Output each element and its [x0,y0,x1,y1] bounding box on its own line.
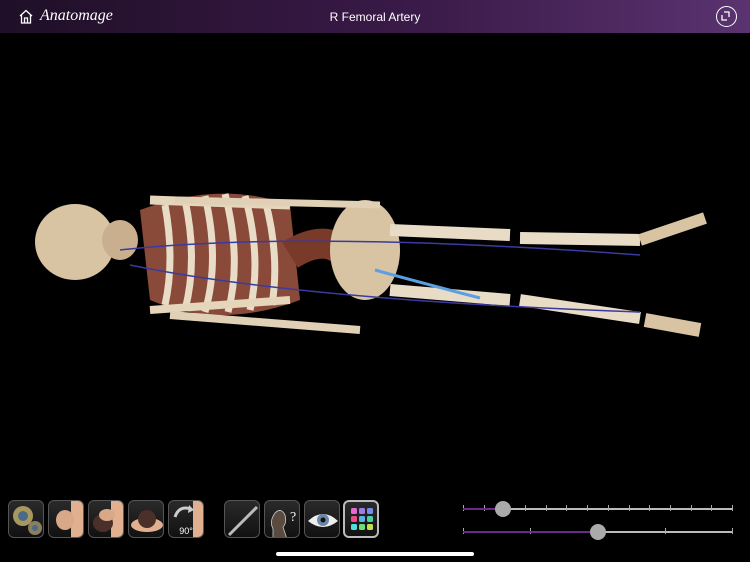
scalpel-button[interactable] [224,500,260,538]
front-view-icon [56,501,83,537]
identify-button[interactable]: ? [264,500,300,538]
side-view-icon [93,501,123,537]
transparency-slider[interactable] [463,501,733,517]
side-view-button[interactable] [88,500,124,538]
slider-tick [525,505,527,511]
color-palette-button[interactable] [343,500,379,538]
rotate-90-button[interactable]: 90° [168,500,204,538]
exit-fullscreen-icon[interactable] [716,6,737,27]
rotate-label: 90° [179,526,193,536]
home-indicator[interactable] [276,552,474,556]
svg-text:?: ? [290,510,296,525]
slider-tick [732,528,733,534]
slider-thumb[interactable] [495,501,512,517]
front-view-button[interactable] [48,500,84,538]
slider-tick [607,505,609,511]
slider-tick [649,505,651,511]
page-title: R Femoral Artery [329,10,421,24]
slider-tick [732,505,733,511]
skeleton-model [35,193,707,337]
slider-tick [690,505,692,511]
slider-tick [587,505,589,511]
top-view-icon [131,510,163,532]
slider-tick [664,528,666,534]
settings-button[interactable] [8,500,44,538]
top-view-button[interactable] [128,500,164,538]
header-bar: Anatomage R Femoral Artery [0,0,750,33]
slider-tick [669,505,671,511]
slider-tick [711,505,713,511]
slider-tick [628,505,630,511]
anatomy-3d-viewport[interactable] [0,33,750,493]
depth-slider[interactable] [463,524,733,540]
visibility-button[interactable] [304,500,340,538]
palette-grid-icon [351,508,373,530]
identify-icon: ? [271,510,296,537]
slider-thumb[interactable] [589,524,606,540]
slider-tick [545,505,547,511]
scalpel-icon [227,505,259,537]
slider-tick [566,505,568,511]
eye-icon [308,514,338,527]
gears-icon [13,506,42,535]
